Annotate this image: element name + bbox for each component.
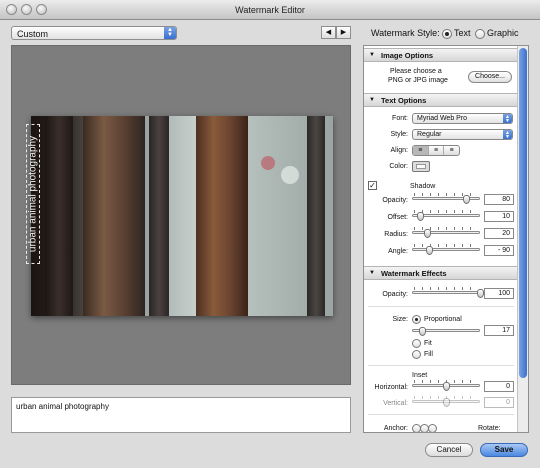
align-label: Align: xyxy=(390,147,408,154)
triangle-down-icon: ▼ xyxy=(369,97,375,103)
choose-button[interactable]: Choose... xyxy=(468,71,512,83)
preset-select[interactable]: Custom ▲ ▼ xyxy=(11,26,177,40)
rotate-label: Rotate: xyxy=(478,425,501,432)
watermark-style-label: Watermark Style: xyxy=(371,28,440,38)
size-fit-radio[interactable] xyxy=(412,339,421,348)
shadow-angle-slider[interactable] xyxy=(412,244,480,256)
image-options-header[interactable]: ▼ Image Options xyxy=(364,48,517,62)
shadow-label: Shadow xyxy=(410,183,436,190)
align-center-icon[interactable]: ≡ xyxy=(427,146,444,155)
shadow-offset-label: Offset: xyxy=(387,214,409,221)
cancel-button[interactable]: Cancel xyxy=(425,443,473,457)
save-button[interactable]: Save xyxy=(480,443,528,457)
title-bar: Watermark Editor xyxy=(0,0,540,20)
shadow-opacity-field[interactable]: 80 xyxy=(484,194,514,205)
shadow-radius-slider[interactable] xyxy=(412,227,480,239)
watermark-text-value: urban animal photography xyxy=(16,402,109,411)
effects-opacity-slider[interactable] xyxy=(412,287,484,299)
chevron-updown-icon: ▲ ▼ xyxy=(503,130,512,140)
scrollbar-thumb[interactable] xyxy=(519,48,527,378)
horizontal-label: Horizontal: xyxy=(374,384,408,391)
watermark-text-input[interactable]: urban animal photography xyxy=(11,397,351,433)
shadow-checkbox[interactable]: ✓ xyxy=(368,181,377,190)
vertical-label: Vertical: xyxy=(383,400,408,407)
effects-opacity-label: Opacity: xyxy=(382,291,408,298)
shadow-offset-field[interactable]: 10 xyxy=(484,211,514,222)
inset-label: Inset xyxy=(412,372,428,379)
shadow-radius-field[interactable]: 20 xyxy=(484,228,514,239)
triangle-down-icon: ▼ xyxy=(369,270,375,276)
vertical-field[interactable]: 0 xyxy=(484,397,514,408)
watermark-text: urban animal photography xyxy=(27,135,39,253)
panel-scrollbar[interactable] xyxy=(517,46,528,432)
font-label: Font: xyxy=(392,115,408,122)
size-label: Size: xyxy=(392,316,408,323)
shadow-angle-field[interactable]: - 90 xyxy=(484,245,514,256)
image-hint-line2: PNG or JPG image xyxy=(388,77,448,84)
style-label: Style: xyxy=(390,131,408,138)
style-select[interactable]: Regular ▲ ▼ xyxy=(412,129,513,140)
prev-button[interactable]: ◀ xyxy=(321,26,336,39)
color-label: Color: xyxy=(389,163,408,170)
shadow-angle-label: Angle: xyxy=(388,248,408,255)
size-fit-label: Fit xyxy=(424,340,432,347)
preset-value: Custom xyxy=(17,29,49,39)
size-proportional-radio[interactable] xyxy=(412,315,421,324)
style-text-radio[interactable] xyxy=(442,29,452,39)
triangle-down-icon: ▼ xyxy=(369,52,375,58)
style-graphic-label: Graphic xyxy=(487,28,519,38)
next-button[interactable]: ▶ xyxy=(336,26,351,39)
image-hint-line1: Please choose a xyxy=(390,68,442,75)
anchor-radio-3[interactable] xyxy=(428,424,437,432)
shadow-radius-label: Radius: xyxy=(384,231,408,238)
preview-area: urban animal photography xyxy=(11,45,351,385)
style-graphic-radio[interactable] xyxy=(475,29,485,39)
preview-photo xyxy=(31,116,333,316)
font-select[interactable]: Myriad Web Pro ▲ ▼ xyxy=(412,113,513,124)
shadow-offset-slider[interactable] xyxy=(412,210,480,222)
watermark-effects-header[interactable]: ▼ Watermark Effects xyxy=(364,266,517,280)
size-fill-label: Fill xyxy=(424,351,433,358)
style-text-label: Text xyxy=(454,28,471,38)
size-slider[interactable] xyxy=(412,325,480,337)
window-title: Watermark Editor xyxy=(235,5,305,15)
text-options-header[interactable]: ▼ Text Options xyxy=(364,93,517,107)
shadow-opacity-slider[interactable] xyxy=(412,193,480,205)
align-right-icon[interactable]: ≡ xyxy=(443,146,459,155)
watermark-overlay[interactable]: urban animal photography xyxy=(26,124,40,264)
align-left-icon[interactable]: ≡ xyxy=(413,146,428,155)
size-fill-radio[interactable] xyxy=(412,350,421,359)
anchor-label: Anchor: xyxy=(383,425,408,432)
chevron-updown-icon: ▲ ▼ xyxy=(164,27,176,39)
color-well-icon[interactable] xyxy=(412,161,430,172)
vertical-slider[interactable] xyxy=(412,396,480,408)
horizontal-field[interactable]: 0 xyxy=(484,381,514,392)
effects-opacity-field[interactable]: 100 xyxy=(484,288,514,299)
chevron-updown-icon: ▲ ▼ xyxy=(503,114,512,124)
horizontal-slider[interactable] xyxy=(412,380,480,392)
size-proportional-label: Proportional xyxy=(424,316,462,323)
options-panel: ▼ Image Options Please choose a PNG or J… xyxy=(363,45,529,433)
shadow-opacity-label: Opacity: xyxy=(382,197,408,204)
size-field[interactable]: 17 xyxy=(484,325,514,336)
